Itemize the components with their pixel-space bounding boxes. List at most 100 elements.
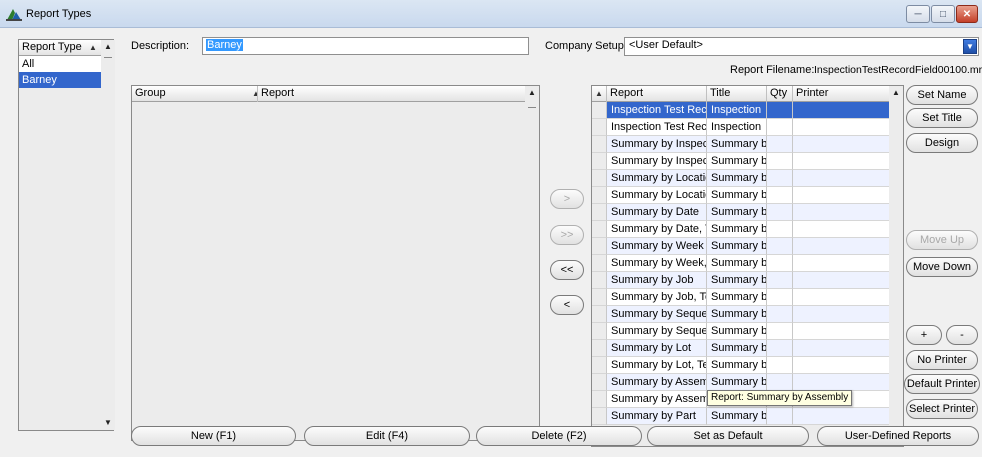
printer-cell[interactable] [793, 323, 890, 340]
report-type-item-barney[interactable]: Barney [19, 72, 101, 88]
title-cell[interactable]: Summary b [707, 170, 767, 187]
row-indicator[interactable] [592, 136, 607, 153]
row-indicator[interactable] [592, 391, 607, 408]
report-row[interactable]: Summary by SequenceSummary b [592, 306, 892, 323]
row-indicator[interactable] [592, 357, 607, 374]
company-setup-select[interactable]: <User Default> ▼ [624, 37, 979, 56]
add-report-button[interactable]: > [550, 189, 584, 209]
report-row[interactable]: Summary by AssemblySummary b [592, 374, 892, 391]
move-down-button[interactable]: Move Down [906, 257, 978, 277]
qty-cell[interactable] [767, 170, 793, 187]
report-row[interactable]: Summary by Part Summary b [592, 408, 892, 425]
qty-cell[interactable] [767, 102, 793, 119]
report-cell[interactable]: Inspection Test Record [607, 102, 707, 119]
delete-button[interactable]: Delete (F2) [476, 426, 642, 446]
report-column-header[interactable]: Report [607, 86, 707, 102]
report-cell[interactable]: Summary by Date [607, 204, 707, 221]
report-cell[interactable]: Summary by Lot [607, 340, 707, 357]
add-copy-button[interactable]: + [906, 325, 942, 345]
title-cell[interactable]: Summary b [707, 340, 767, 357]
group-column-header[interactable]: Group ▲ [132, 86, 258, 102]
report-cell[interactable]: Summary by Location [607, 170, 707, 187]
default-printer-button[interactable]: Default Printer [904, 374, 980, 394]
report-row[interactable]: Summary by Lot, Test Summary b [592, 357, 892, 374]
title-cell[interactable]: Summary b [707, 221, 767, 238]
report-row[interactable]: Summary by Job Summary b [592, 272, 892, 289]
report-cell[interactable]: Summary by Week [607, 238, 707, 255]
report-row[interactable]: Summary by Week Summary b [592, 238, 892, 255]
qty-cell[interactable] [767, 272, 793, 289]
title-cell[interactable]: Summary b [707, 374, 767, 391]
set-name-button[interactable]: Set Name [906, 85, 978, 105]
title-cell[interactable]: Summary b [707, 357, 767, 374]
remove-button[interactable]: - [946, 325, 978, 345]
report-cell[interactable]: Inspection Test Record [607, 119, 707, 136]
report-row[interactable]: Summary by Location Summary b [592, 170, 892, 187]
title-cell[interactable]: Summary b [707, 289, 767, 306]
report-cell[interactable]: Summary by Week, Test [607, 255, 707, 272]
report-cell[interactable]: Summary by Job, Test [607, 289, 707, 306]
scroll-up-icon[interactable]: ▲ [101, 40, 115, 54]
qty-cell[interactable] [767, 255, 793, 272]
printer-cell[interactable] [793, 102, 890, 119]
qty-cell[interactable] [767, 187, 793, 204]
report-cell[interactable]: Summary by Part [607, 408, 707, 425]
select-printer-button[interactable]: Select Printer [906, 399, 978, 419]
title-cell[interactable]: Summary b [707, 272, 767, 289]
report-row[interactable]: Summary by InspectorSummary b [592, 136, 892, 153]
design-button[interactable]: Design [906, 133, 978, 153]
qty-cell[interactable] [767, 204, 793, 221]
title-cell[interactable]: Summary b [707, 204, 767, 221]
qty-cell[interactable] [767, 323, 793, 340]
scroll-thumb[interactable] [528, 107, 536, 108]
report-row[interactable]: Summary by Date Summary b [592, 204, 892, 221]
report-cell[interactable]: Summary by Assembly [607, 391, 707, 408]
report-row[interactable]: Inspection Test RecordInspection [592, 119, 892, 136]
printer-cell[interactable] [793, 204, 890, 221]
scroll-down-icon[interactable]: ▼ [101, 416, 115, 430]
printer-cell[interactable] [793, 272, 890, 289]
new-button[interactable]: New (F1) [131, 426, 296, 446]
title-column-header[interactable]: Title [707, 86, 767, 102]
printer-cell[interactable] [793, 170, 890, 187]
printer-cell[interactable] [793, 408, 890, 425]
printer-cell[interactable] [793, 136, 890, 153]
minimize-button[interactable]: ─ [906, 5, 930, 23]
report-cell[interactable]: Summary by Inspector [607, 153, 707, 170]
report-cell[interactable]: Summary by Inspector [607, 136, 707, 153]
row-indicator[interactable] [592, 187, 607, 204]
qty-cell[interactable] [767, 408, 793, 425]
printer-cell[interactable] [793, 238, 890, 255]
report-cell[interactable]: Summary by Sequence [607, 323, 707, 340]
title-cell[interactable]: Summary b [707, 323, 767, 340]
title-cell[interactable]: Summary b [707, 238, 767, 255]
row-indicator[interactable] [592, 306, 607, 323]
set-title-button[interactable]: Set Title [906, 108, 978, 128]
report-cell[interactable]: Summary by Sequence [607, 306, 707, 323]
printer-cell[interactable] [793, 221, 890, 238]
add-all-reports-button[interactable]: >> [550, 225, 584, 245]
row-indicator[interactable] [592, 323, 607, 340]
row-indicator[interactable] [592, 255, 607, 272]
title-cell[interactable]: Summary b [707, 408, 767, 425]
printer-cell[interactable] [793, 340, 890, 357]
report-cell[interactable]: Summary by Assembly [607, 374, 707, 391]
row-indicator[interactable] [592, 204, 607, 221]
printer-cell[interactable] [793, 153, 890, 170]
report-row[interactable]: Inspection Test RecordInspection [592, 102, 892, 119]
printer-cell[interactable] [793, 357, 890, 374]
title-cell[interactable]: Summary b [707, 153, 767, 170]
row-indicator[interactable] [592, 119, 607, 136]
no-printer-button[interactable]: No Printer [906, 350, 978, 370]
title-cell[interactable]: Summary b [707, 187, 767, 204]
title-cell[interactable]: Inspection [707, 102, 767, 119]
row-indicator[interactable] [592, 102, 607, 119]
qty-cell[interactable] [767, 357, 793, 374]
qty-cell[interactable] [767, 119, 793, 136]
reports-grid-scrollbar[interactable]: ▲ ▼ [889, 86, 903, 446]
report-column-header[interactable]: Report [258, 86, 526, 102]
remove-report-button[interactable]: < [550, 295, 584, 315]
title-cell[interactable]: Inspection [707, 119, 767, 136]
row-indicator[interactable] [592, 272, 607, 289]
row-indicator[interactable] [592, 221, 607, 238]
